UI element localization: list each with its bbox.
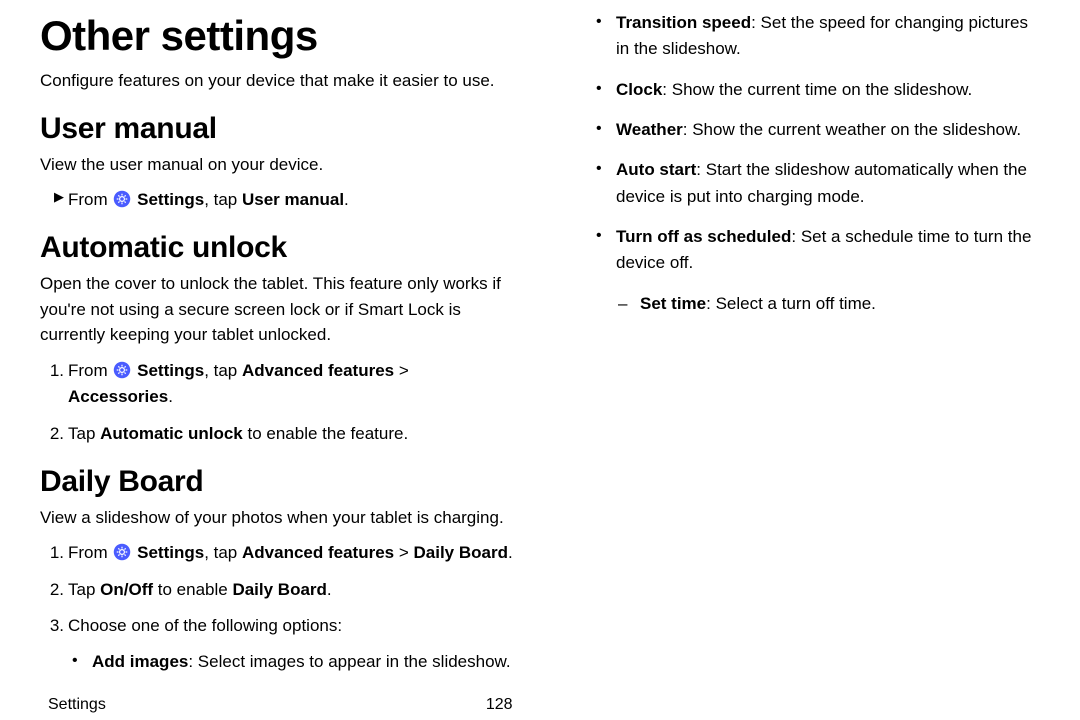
text: Tap xyxy=(68,424,100,443)
automatic-unlock-desc: Open the cover to unlock the tablet. Thi… xyxy=(40,271,516,348)
step-number: 3. xyxy=(40,613,64,639)
text: Daily Board xyxy=(414,543,508,562)
option-auto-start: • Auto start: Start the slideshow automa… xyxy=(616,157,1040,210)
text: . xyxy=(327,580,332,599)
option-desc: : Show the current weather on the slides… xyxy=(683,120,1021,139)
text: . xyxy=(344,190,349,209)
text: From xyxy=(68,190,112,209)
bullet-icon: • xyxy=(596,10,602,35)
manual-page: Other settings Configure features on you… xyxy=(0,0,1080,720)
text: , tap xyxy=(204,190,242,209)
text: Settings xyxy=(137,543,204,562)
text: to enable xyxy=(153,580,232,599)
bullet-icon: • xyxy=(72,649,78,674)
bullet-icon: • xyxy=(596,117,602,142)
option-add-images: • Add images: Select images to appear in… xyxy=(92,649,516,675)
step-number: 1. xyxy=(40,358,64,384)
dash-icon: – xyxy=(618,291,627,317)
step-number: 2. xyxy=(40,421,64,447)
text: On/Off xyxy=(100,580,153,599)
option-label: Clock xyxy=(616,80,662,99)
text: . xyxy=(168,387,173,406)
daily-board-step-3: 3. Choose one of the following options: xyxy=(68,613,516,639)
text: Choose one of the following options: xyxy=(68,616,342,635)
option-set-time: – Set time: Select a turn off time. xyxy=(640,291,1040,317)
option-weather: • Weather: Show the current weather on t… xyxy=(616,117,1040,143)
text: Accessories xyxy=(68,387,168,406)
play-icon: ▶ xyxy=(40,187,64,207)
text: Tap xyxy=(68,580,100,599)
option-desc: : Select images to appear in the slidesh… xyxy=(188,652,510,671)
page-footer: Settings 128 xyxy=(48,696,1032,714)
text: Advanced features xyxy=(242,361,394,380)
option-label: Turn off as scheduled xyxy=(616,227,791,246)
text: , tap xyxy=(204,361,242,380)
section-daily-board: Daily Board xyxy=(40,465,516,499)
text: > xyxy=(394,361,409,380)
text: Automatic unlock xyxy=(100,424,243,443)
text: > xyxy=(394,543,413,562)
automatic-unlock-step-2: 2. Tap Automatic unlock to enable the fe… xyxy=(68,421,516,447)
option-label: Add images xyxy=(92,652,188,671)
settings-gear-icon xyxy=(113,361,131,379)
text: Settings xyxy=(137,190,204,209)
page-intro: Configure features on your device that m… xyxy=(40,68,516,94)
automatic-unlock-step-1: 1. From Settings, tap Advanced features … xyxy=(68,358,516,411)
option-desc: : Select a turn off time. xyxy=(706,294,876,313)
text: Daily Board xyxy=(232,580,326,599)
section-user-manual: User manual xyxy=(40,112,516,146)
option-label: Set time xyxy=(640,294,706,313)
step-number: 1. xyxy=(40,540,64,566)
footer-page-number: 128 xyxy=(486,696,513,714)
bullet-icon: • xyxy=(596,224,602,249)
option-label: Transition speed xyxy=(616,13,751,32)
section-automatic-unlock: Automatic unlock xyxy=(40,231,516,265)
text: Settings xyxy=(137,361,204,380)
option-label: Weather xyxy=(616,120,683,139)
step-number: 2. xyxy=(40,577,64,603)
option-clock: • Clock: Show the current time on the sl… xyxy=(616,77,1040,103)
text: From xyxy=(68,543,112,562)
daily-board-step-2: 2. Tap On/Off to enable Daily Board. xyxy=(68,577,516,603)
option-desc: : Show the current time on the slideshow… xyxy=(662,80,972,99)
user-manual-desc: View the user manual on your device. xyxy=(40,152,516,178)
text: to enable the feature. xyxy=(243,424,408,443)
text: From xyxy=(68,361,112,380)
settings-gear-icon xyxy=(113,543,131,561)
text: . xyxy=(508,543,513,562)
option-turn-off-scheduled: • Turn off as scheduled: Set a schedule … xyxy=(616,224,1040,277)
daily-board-desc: View a slideshow of your photos when you… xyxy=(40,505,516,531)
daily-board-step-1: 1. From Settings, tap Advanced features … xyxy=(68,540,516,566)
page-title: Other settings xyxy=(40,12,516,60)
option-transition-speed: • Transition speed: Set the speed for ch… xyxy=(616,10,1040,63)
bullet-icon: • xyxy=(596,157,602,182)
footer-section-name: Settings xyxy=(48,696,106,714)
text: User manual xyxy=(242,190,344,209)
settings-gear-icon xyxy=(113,190,131,208)
bullet-icon: • xyxy=(596,77,602,102)
text: , tap xyxy=(204,543,242,562)
user-manual-step: ▶ From Settings, tap User manual. xyxy=(68,187,516,213)
option-label: Auto start xyxy=(616,160,696,179)
text: Advanced features xyxy=(242,543,394,562)
